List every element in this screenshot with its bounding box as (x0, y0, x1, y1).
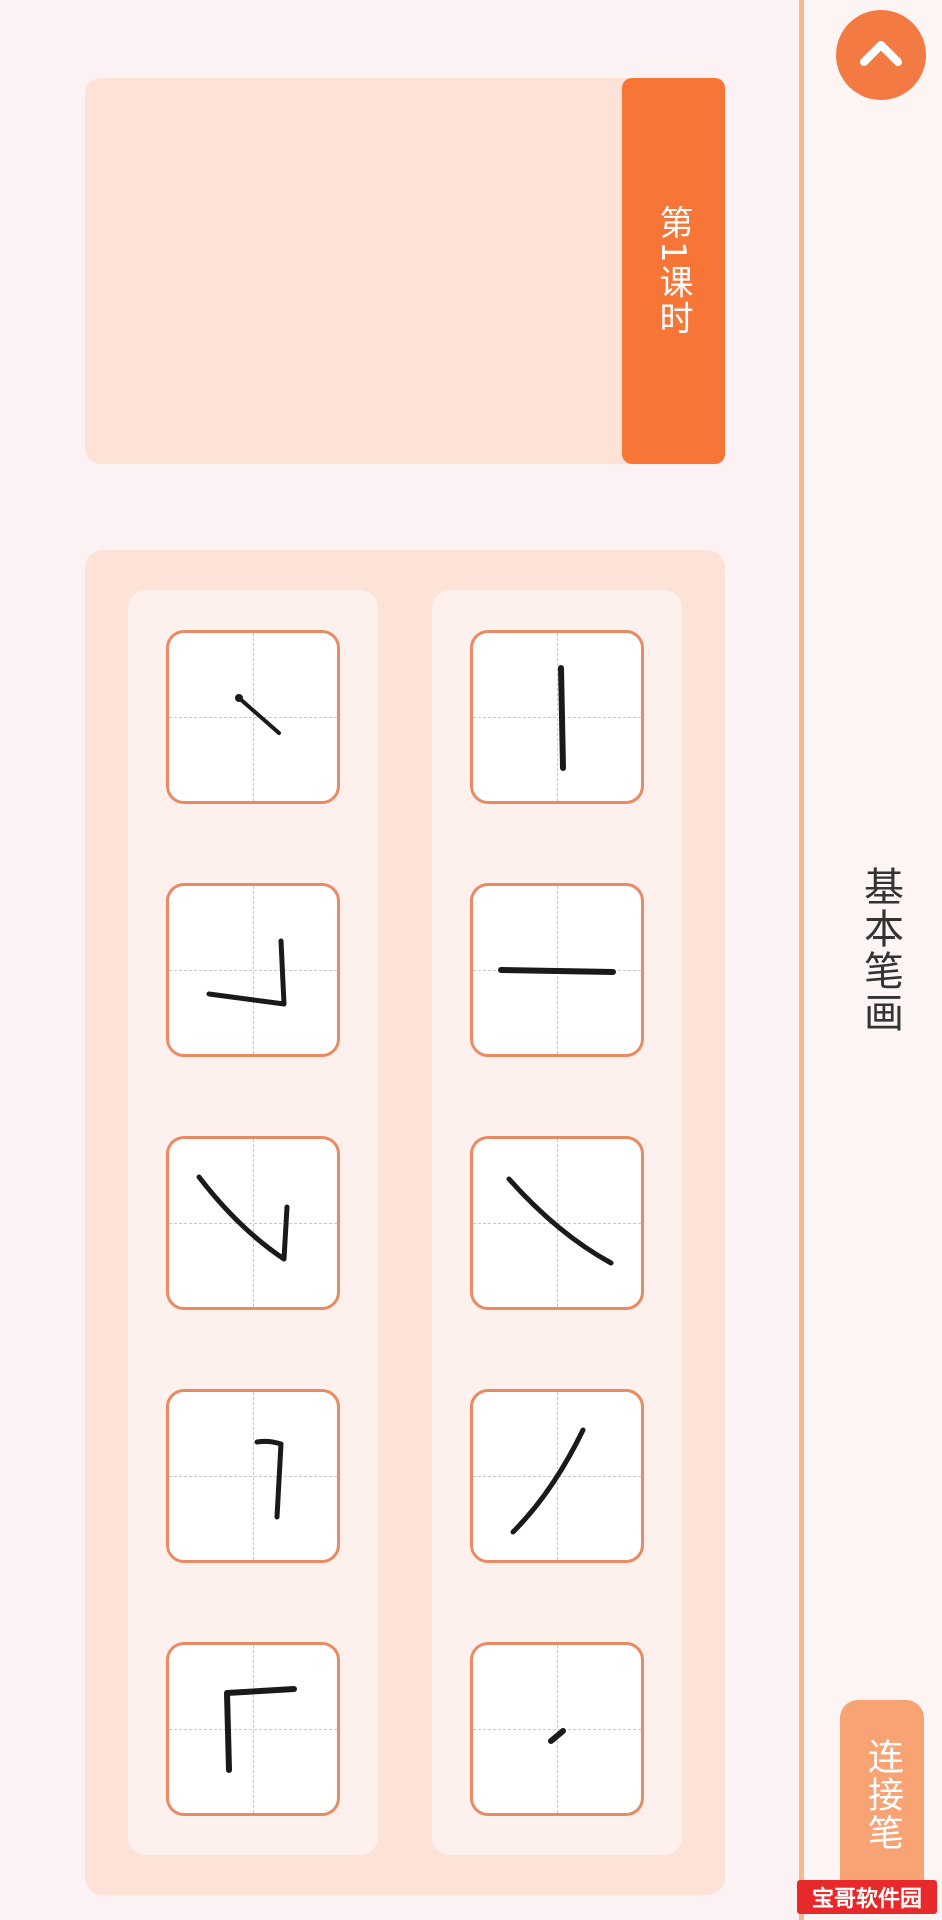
stroke-tile-shu[interactable] (470, 883, 644, 1057)
stroke-shu-icon (498, 967, 616, 975)
stroke-hengpie-icon (196, 1174, 290, 1262)
watermark: 宝哥软件园 (797, 1880, 937, 1914)
stroke-shuzhe-icon (224, 1686, 297, 1773)
stroke-dian-icon (548, 1728, 566, 1744)
stroke-hengzhegou-icon (254, 1438, 284, 1520)
stroke-tile-pie[interactable] (470, 1136, 644, 1310)
stroke-tile-dian[interactable] (470, 1642, 644, 1816)
stroke-tile-na[interactable] (470, 1389, 644, 1563)
stroke-tile-piedian[interactable] (166, 630, 340, 804)
stroke-heng-icon (558, 665, 566, 771)
collapse-button[interactable] (836, 10, 926, 100)
stroke-hengzhe-icon (206, 938, 287, 1007)
chevron-up-icon (860, 41, 902, 66)
stroke-piedian-icon (235, 694, 281, 735)
lesson-tab[interactable]: 第1课时 (622, 78, 725, 464)
connect-stroke-button[interactable]: 连接笔 (840, 1700, 924, 1890)
stroke-tile-hengzhegou[interactable] (166, 1389, 340, 1563)
stroke-tile-hengpie[interactable] (166, 1136, 340, 1310)
stroke-tile-heng[interactable] (470, 630, 644, 804)
stroke-tile-shuzhe[interactable] (166, 1642, 340, 1816)
stroke-pie-icon (506, 1176, 614, 1266)
stroke-na-icon (510, 1427, 586, 1535)
stroke-tile-hengzhe[interactable] (166, 883, 340, 1057)
section-title: 基本笔画 (857, 866, 903, 1034)
